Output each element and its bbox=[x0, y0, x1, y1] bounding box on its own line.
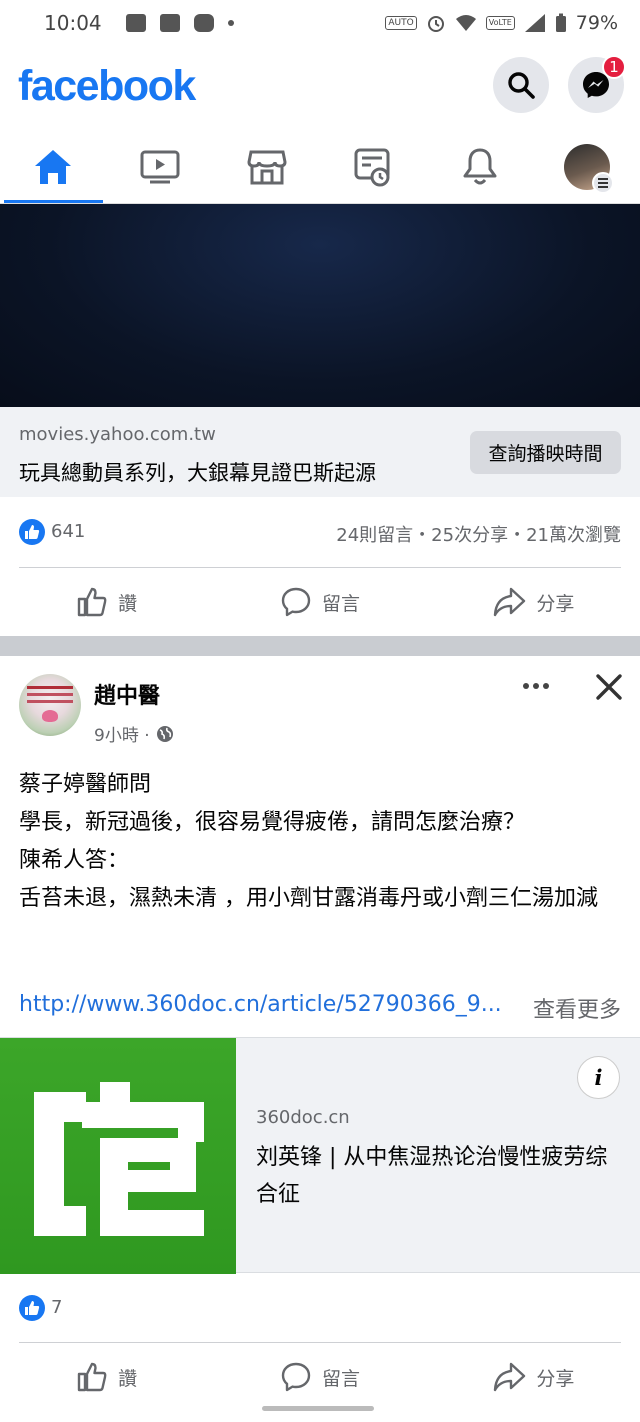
globe-icon bbox=[156, 725, 173, 742]
comment-button[interactable]: 留言 bbox=[213, 1344, 426, 1410]
status-time: 10:04 bbox=[44, 11, 102, 35]
notification-shopping-icon bbox=[159, 14, 180, 32]
menu-icon bbox=[591, 171, 614, 194]
see-more-link[interactable]: 查看更多 bbox=[533, 992, 621, 1024]
post-actions: 讚 留言 分享 bbox=[0, 569, 640, 635]
reactions-bar: 7 bbox=[0, 1273, 640, 1343]
bell-icon bbox=[463, 148, 497, 184]
post-text: 蔡子婷醫師問 學長，新冠過後，很容易覺得疲倦，請問怎麼治療？ 陳希人答： 舌苔未… bbox=[19, 766, 621, 918]
share-icon bbox=[494, 1362, 526, 1392]
like-count[interactable]: 641 bbox=[51, 521, 85, 542]
tab-marketplace[interactable] bbox=[213, 130, 320, 203]
showtimes-button[interactable]: 查詢播映時間 bbox=[470, 431, 621, 474]
tab-notifications[interactable] bbox=[427, 130, 534, 203]
tab-news[interactable] bbox=[320, 130, 427, 203]
like-button[interactable]: 讚 bbox=[0, 569, 213, 635]
wifi-icon bbox=[455, 15, 476, 31]
post-url-line: http://www.360doc.cn/article/52790366_9.… bbox=[19, 992, 621, 1024]
post-url-link[interactable]: http://www.360doc.cn/article/52790366_9.… bbox=[19, 992, 502, 1024]
article-preview[interactable]: i 360doc.cn 刘英锋 | 从中焦湿热论治慢性疲劳综合征 bbox=[0, 1037, 640, 1274]
like-label: 讚 bbox=[118, 592, 138, 615]
article-domain: 360doc.cn bbox=[256, 1107, 350, 1128]
link-preview[interactable]: movies.yahoo.com.tw 玩具總動員系列，大銀幕見證巴斯起源 查詢… bbox=[0, 407, 640, 497]
hide-post-button[interactable] bbox=[591, 669, 627, 705]
video-player[interactable] bbox=[0, 204, 640, 407]
link-title: 玩具總動員系列，大銀幕見證巴斯起源 bbox=[19, 461, 376, 485]
volte-icon: VoLTE bbox=[485, 16, 515, 30]
tab-home[interactable] bbox=[0, 130, 107, 203]
signal-icon bbox=[524, 14, 545, 32]
post-actions: 讚 留言 分享 bbox=[0, 1344, 640, 1410]
facebook-logo[interactable]: facebook bbox=[18, 62, 196, 111]
share-button[interactable]: 分享 bbox=[427, 569, 640, 635]
reactions-bar: 641 24則留言・25次分享・21萬次瀏覽 bbox=[0, 497, 640, 567]
post-text-line: 蔡子婷醫師問 bbox=[19, 772, 152, 797]
messenger-button[interactable]: 1 bbox=[568, 55, 626, 113]
link-domain: movies.yahoo.com.tw bbox=[19, 424, 216, 445]
like-label: 讚 bbox=[118, 1367, 138, 1390]
home-icon bbox=[35, 149, 72, 184]
comment-label: 留言 bbox=[321, 592, 360, 615]
info-button[interactable]: i bbox=[577, 1056, 620, 1099]
nav-tabs bbox=[0, 130, 640, 204]
post-text-line: 學長，新冠過後，很容易覺得疲倦，請問怎麼治療？ bbox=[19, 810, 526, 835]
thumbs-up-icon bbox=[77, 587, 107, 617]
profile-avatar bbox=[563, 143, 614, 194]
feed-separator bbox=[0, 636, 640, 656]
divider bbox=[19, 1342, 621, 1343]
like-reaction-icon[interactable] bbox=[19, 1295, 45, 1321]
like-reaction-icon[interactable] bbox=[19, 519, 45, 545]
notification-more-dot bbox=[227, 20, 234, 26]
marketplace-icon bbox=[247, 150, 287, 184]
tab-profile[interactable] bbox=[533, 130, 640, 203]
article-title: 刘英锋 | 从中焦湿热论治慢性疲劳综合征 bbox=[256, 1145, 608, 1207]
360doc-logo-icon bbox=[34, 1082, 204, 1236]
divider bbox=[19, 567, 621, 568]
comment-icon bbox=[281, 1362, 311, 1392]
tab-video[interactable] bbox=[107, 130, 214, 203]
like-count[interactable]: 7 bbox=[51, 1297, 62, 1318]
search-button[interactable] bbox=[493, 57, 549, 113]
alarm-icon bbox=[427, 16, 444, 32]
post-stats[interactable]: 24則留言・25次分享・21萬次瀏覽 bbox=[336, 521, 621, 547]
like-button[interactable]: 讚 bbox=[0, 1344, 213, 1410]
battery-icon bbox=[555, 13, 566, 32]
comment-button[interactable]: 留言 bbox=[213, 569, 426, 635]
share-label: 分享 bbox=[536, 1367, 575, 1390]
status-bar: 10:04 AUTO VoLTE 79% bbox=[0, 0, 640, 46]
post-meta: 9小時 · bbox=[94, 721, 174, 746]
post-text-line: 陳希人答： bbox=[19, 848, 130, 873]
more-options-button[interactable] bbox=[520, 672, 552, 700]
app-header: facebook 1 bbox=[0, 46, 640, 130]
share-button[interactable]: 分享 bbox=[427, 1344, 640, 1410]
comment-icon bbox=[281, 587, 311, 617]
news-icon bbox=[354, 148, 390, 186]
comment-label: 留言 bbox=[321, 1367, 360, 1390]
notification-news-icon bbox=[125, 14, 146, 32]
share-label: 分享 bbox=[536, 592, 575, 615]
auto-brightness-icon: AUTO bbox=[385, 16, 417, 30]
close-icon bbox=[596, 674, 622, 700]
thumbs-up-icon bbox=[77, 1362, 107, 1392]
info-icon: i bbox=[594, 1065, 603, 1090]
search-icon bbox=[508, 72, 535, 99]
battery-percent: 79% bbox=[575, 12, 618, 34]
notification-youtube-icon bbox=[193, 14, 214, 32]
messenger-badge: 1 bbox=[602, 55, 626, 79]
post-time[interactable]: 9小時 · bbox=[94, 721, 150, 746]
post-text-line: 舌苔未退，濕熱未清 ，用小劑甘露消毒丹或小劑三仁湯加減 bbox=[19, 886, 598, 911]
post-author[interactable]: 趙中醫 bbox=[94, 678, 160, 710]
share-icon bbox=[494, 587, 526, 617]
video-icon bbox=[140, 150, 180, 183]
article-thumbnail bbox=[0, 1038, 236, 1274]
home-indicator[interactable] bbox=[262, 1406, 374, 1411]
author-avatar[interactable] bbox=[19, 674, 81, 736]
